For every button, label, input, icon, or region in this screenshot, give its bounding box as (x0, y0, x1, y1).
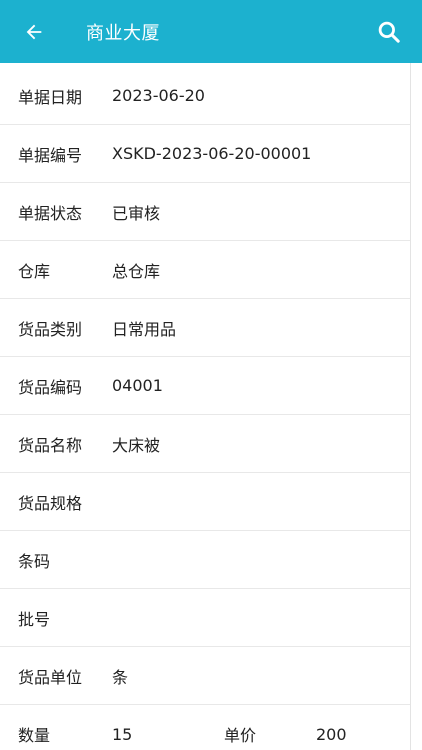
field-row-goods-code: 货品编码 04001 (0, 357, 410, 415)
field-row-doc-status: 单据状态 已审核 (0, 183, 410, 241)
search-button[interactable] (374, 17, 404, 47)
field-row-quantity-price: 数量 15 单价 200 (0, 705, 410, 750)
field-value: 大床被 (112, 435, 161, 455)
back-button[interactable] (20, 18, 48, 46)
field-row-warehouse: 仓库 总仓库 (0, 241, 410, 299)
field-row-goods-category: 货品类别 日常用品 (0, 299, 410, 357)
field-label: 单据编号 (18, 145, 83, 165)
field-row-barcode: 条码 (0, 531, 410, 589)
field-row-goods-name: 货品名称 大床被 (0, 415, 410, 473)
quantity-value: 15 (112, 724, 133, 744)
field-value: 日常用品 (112, 319, 177, 339)
field-row-doc-date: 单据日期 2023-06-20 (0, 67, 410, 125)
unit-price-label: 单价 (224, 726, 257, 745)
arrow-left-icon (26, 24, 42, 39)
field-label: 货品规格 (18, 493, 83, 513)
field-label: 条码 (18, 551, 51, 571)
search-icon (378, 21, 400, 43)
field-value: 2023-06-20 (112, 86, 205, 105)
field-label: 货品单位 (18, 667, 83, 687)
unit-price-value: 200 (316, 724, 347, 744)
field-value: 04001 (112, 376, 163, 395)
field-row-doc-number: 单据编号 XSKD-2023-06-20-00001 (0, 125, 410, 183)
detail-card: 单据日期 2023-06-20 单据编号 XSKD-2023-06-20-000… (0, 63, 411, 750)
quantity-label: 数量 (18, 726, 51, 745)
field-value: 已审核 (112, 203, 161, 223)
field-row-goods-unit: 货品单位 条 (0, 647, 410, 705)
field-label: 单据状态 (18, 203, 83, 223)
field-value: XSKD-2023-06-20-00001 (112, 144, 312, 163)
page-title: 商业大厦 (86, 22, 160, 44)
field-row-goods-spec: 货品规格 (0, 473, 410, 531)
field-row-batch-number: 批号 (0, 589, 410, 647)
field-value: 总仓库 (112, 261, 161, 281)
field-value: 条 (112, 667, 129, 687)
field-label: 仓库 (18, 261, 51, 281)
field-label: 货品编码 (18, 377, 83, 397)
field-label: 货品类别 (18, 319, 83, 339)
field-label: 货品名称 (18, 435, 83, 455)
field-label: 批号 (18, 609, 51, 629)
field-label: 单据日期 (18, 87, 83, 107)
app-bar: 商业大厦 (0, 0, 422, 63)
